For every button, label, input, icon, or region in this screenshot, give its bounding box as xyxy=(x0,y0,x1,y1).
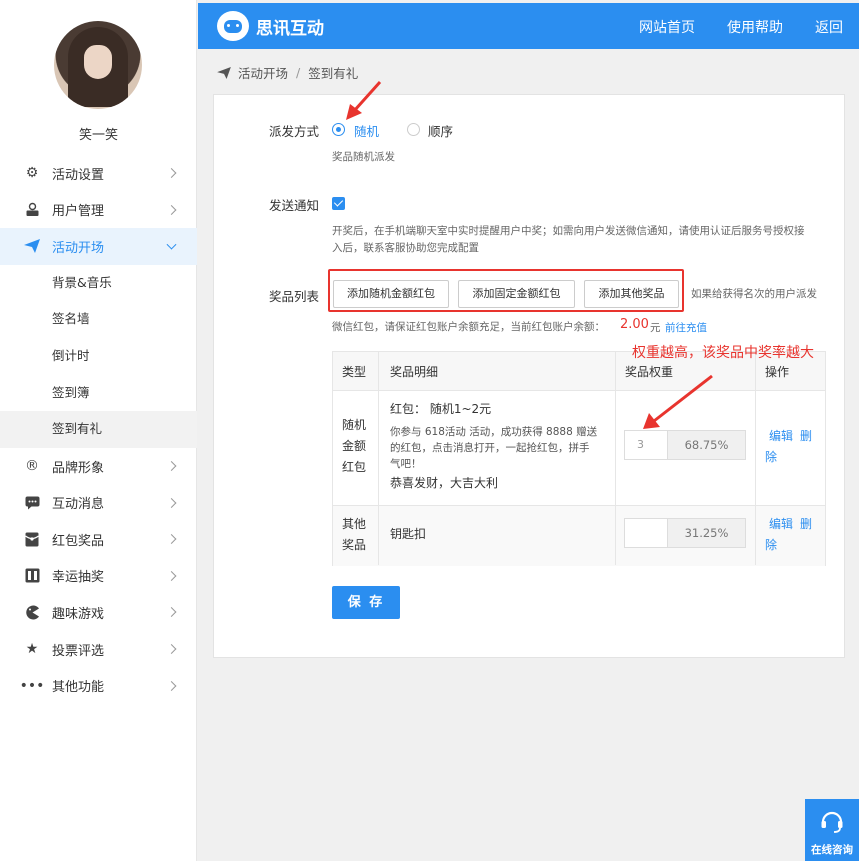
row1-weight-input[interactable]: 3 xyxy=(625,431,668,459)
subitem-bg-music[interactable]: 背景&音乐 xyxy=(0,265,197,302)
sidebar-item-messages[interactable]: 互动消息 xyxy=(0,484,197,521)
online-consult-button[interactable]: 在线咨询 xyxy=(805,799,859,861)
username: 笑一笑 xyxy=(78,128,118,143)
user-card-icon xyxy=(23,201,41,219)
annotation-text: 权重越高，该奖品中奖率越大 xyxy=(632,345,814,361)
notify-label: 发送通知 xyxy=(269,198,320,213)
more-icon: ••• xyxy=(19,677,45,694)
sidebar-item-lottery[interactable]: 幸运抽奖 xyxy=(0,558,197,595)
radio-order[interactable] xyxy=(407,123,420,136)
balance-unit: 元 xyxy=(650,322,661,334)
prize-list-label: 奖品列表 xyxy=(269,289,320,304)
row2-weight-percent: 31.25% xyxy=(668,519,745,547)
row1-detail-wish: 恭喜发财，大吉大利 xyxy=(390,476,499,490)
row2-delete-link[interactable]: 删 xyxy=(800,514,812,535)
radio-order-label[interactable]: 顺序 xyxy=(428,121,453,140)
breadcrumb-current: 签到有礼 xyxy=(308,66,359,81)
registered-icon: ® xyxy=(25,458,39,475)
headset-icon xyxy=(821,811,843,833)
lottery-icon xyxy=(23,567,41,585)
online-consult-label: 在线咨询 xyxy=(811,844,853,856)
th-type: 类型 xyxy=(342,365,367,379)
nav-back[interactable]: 返回 xyxy=(815,17,843,37)
subitem-signin-gift[interactable]: 签到有礼 xyxy=(0,411,197,448)
row1-weight-percent: 68.75% xyxy=(668,431,745,459)
dispatch-hint: 奖品随机派发 xyxy=(332,151,395,163)
subitem-signin-book[interactable]: 签到簿 xyxy=(0,375,197,412)
red-packet-icon xyxy=(23,530,41,548)
row1-delete-link-wrap[interactable]: 除 xyxy=(765,447,777,468)
sidebar-item-voting[interactable]: ★ 投票评选 xyxy=(0,631,197,668)
sidebar-item-other[interactable]: ••• 其他功能 xyxy=(0,667,197,704)
row2-detail-title: 钥匙扣 xyxy=(390,527,427,541)
table-col-divider xyxy=(755,352,756,565)
sidebar-item-label: 活动开场 xyxy=(52,240,105,256)
row1-type-line3: 红包 xyxy=(342,460,367,474)
sidebar-menu: ⚙ 活动设置 用户管理 活动开场 背景&音乐 签名墙 倒计时 签到簿 签到有礼 … xyxy=(0,155,197,704)
row2-delete-link-wrap[interactable]: 除 xyxy=(765,535,777,556)
sidebar-item-activity-settings[interactable]: ⚙ 活动设置 xyxy=(0,155,197,192)
chat-icon xyxy=(23,494,41,512)
th-detail: 奖品明细 xyxy=(390,365,439,379)
prize-table: 类型 奖品明细 奖品权重 操作 随机 金额 红包 红包： 随机1~2元 你参与 … xyxy=(332,351,826,566)
top-nav: 网站首页 使用帮助 返回 xyxy=(639,17,843,37)
game-icon xyxy=(23,603,41,621)
row2-type-line2: 奖品 xyxy=(342,538,367,552)
dispatch-label: 派发方式 xyxy=(269,124,320,139)
sidebar-item-user-management[interactable]: 用户管理 xyxy=(0,192,197,229)
row2-type-line1: 其他 xyxy=(342,517,367,531)
sidebar-item-games[interactable]: 趣味游戏 xyxy=(0,594,197,631)
table-row-divider xyxy=(333,505,825,506)
wechat-balance-hint: 微信红包，请保证红包账户余额充足，当前红包账户余额： xyxy=(332,321,605,333)
avatar[interactable] xyxy=(54,21,142,109)
breadcrumb-separator: / xyxy=(296,65,301,80)
sidebar: 笑一笑 ⚙ 活动设置 用户管理 活动开场 背景&音乐 签名墙 倒计时 签到簿 签… xyxy=(0,0,197,861)
star-icon: ★ xyxy=(25,641,39,658)
row1-type-line2: 金额 xyxy=(342,439,367,453)
subitem-countdown[interactable]: 倒计时 xyxy=(0,338,197,375)
gears-icon: ⚙ xyxy=(25,165,39,182)
row1-detail-desc1: 你参与 618活动 活动，成功获得 8888 赠送 xyxy=(390,426,598,438)
th-actions: 操作 xyxy=(765,365,790,379)
row2-weight-input[interactable] xyxy=(625,519,668,547)
row1-delete-link[interactable]: 删 xyxy=(800,426,812,447)
row1-detail-desc3: 气吧！ xyxy=(390,458,422,470)
table-col-divider xyxy=(378,352,379,565)
row2-weight-field: 31.25% xyxy=(624,518,746,548)
row2-edit-link[interactable]: 编辑 xyxy=(769,514,793,535)
prize-tail-hint: 如果给获得名次的用户派发 xyxy=(691,288,817,300)
th-weight: 奖品权重 xyxy=(625,365,674,379)
sidebar-item-activity-start[interactable]: 活动开场 xyxy=(0,228,197,265)
row1-edit-link[interactable]: 编辑 xyxy=(769,426,793,447)
row1-type-line1: 随机 xyxy=(342,418,367,432)
recharge-link[interactable]: 前往充值 xyxy=(665,320,707,335)
sidebar-item-red-packet[interactable]: 红包奖品 xyxy=(0,521,197,558)
row1-detail-title: 红包： 随机1~2元 xyxy=(390,402,492,416)
table-row-divider xyxy=(333,390,825,391)
top-header: 思讯互动 网站首页 使用帮助 返回 xyxy=(198,3,859,49)
paper-plane-icon xyxy=(23,237,41,255)
balance-amount: 2.00 xyxy=(620,317,649,332)
nav-home[interactable]: 网站首页 xyxy=(639,17,695,37)
row1-detail-desc2: 的红包，点击消息打开，一起抢红包，拼手 xyxy=(390,442,590,454)
highlight-box xyxy=(328,269,684,312)
paper-plane-icon xyxy=(217,66,231,79)
notify-hint-line2: 入后，联系客服协助您完成配置 xyxy=(332,242,479,254)
breadcrumb: 活动开场 / 签到有礼 xyxy=(217,63,358,82)
radio-random-label[interactable]: 随机 xyxy=(354,121,379,140)
nav-help[interactable]: 使用帮助 xyxy=(727,17,783,37)
brand-name: 思讯互动 xyxy=(256,19,324,39)
notify-checkbox[interactable] xyxy=(332,197,345,210)
breadcrumb-parent[interactable]: 活动开场 xyxy=(238,63,288,82)
logo-robot-icon xyxy=(217,11,249,41)
notify-hint-line1: 开奖后，在手机端聊天室中实时提醒用户中奖；如需向用户发送微信通知，请使用认证后服… xyxy=(332,225,805,237)
table-col-divider xyxy=(615,352,616,565)
save-button[interactable]: 保 存 xyxy=(332,586,400,619)
subitem-signature-wall[interactable]: 签名墙 xyxy=(0,301,197,338)
sidebar-item-brand[interactable]: ® 品牌形象 xyxy=(0,448,197,485)
radio-random[interactable] xyxy=(332,123,345,136)
row1-weight-field: 3 68.75% xyxy=(624,430,746,460)
